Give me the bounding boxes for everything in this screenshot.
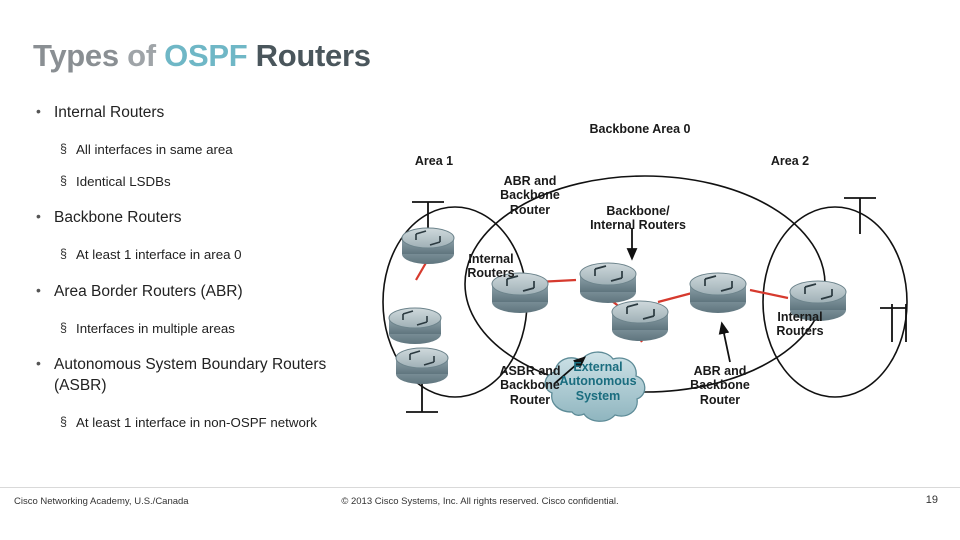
title-word-3: OSPF <box>164 38 248 73</box>
page-title: Types of OSPF Routers <box>33 38 371 74</box>
label-area-1: Area 1 <box>414 154 454 168</box>
slide-number: 19 <box>925 494 938 506</box>
label-external-autonomous-system: External Autonomous System <box>559 360 637 403</box>
label-backbone-area-0: Backbone Area 0 <box>589 122 691 136</box>
bullet-at-least-1-interface-non-ospf: At least 1 interface in non-OSPF network <box>30 414 330 431</box>
router-abr-right <box>689 272 747 313</box>
bullet-asbr: Autonomous System Boundary Routers (ASBR… <box>30 354 330 396</box>
footer-copyright: © 2013 Cisco Systems, Inc. All rights re… <box>341 496 619 507</box>
title-word-4: Routers <box>255 38 371 73</box>
title-word-2: of <box>127 38 156 73</box>
bullet-identical-lsdbs: Identical LSDBs <box>30 173 330 190</box>
label-internal-routers-right: Internal Routers <box>776 310 824 339</box>
router-backbone-internal-1 <box>579 262 637 303</box>
label-internal-routers-left: Internal Routers <box>467 252 515 281</box>
label-backbone-internal-routers: Backbone/ Internal Routers <box>590 204 686 233</box>
bullet-internal-routers: Internal Routers <box>30 102 330 123</box>
bullet-at-least-1-interface-area0: At least 1 interface in area 0 <box>30 246 330 263</box>
label-area-2: Area 2 <box>770 154 810 168</box>
router-backbone-internal-2 <box>611 300 669 341</box>
label-abr-backbone-right: ABR and Backbone Router <box>690 364 750 407</box>
ospf-topology-diagram: Backbone Area 0 Area 1 Area 2 ABR and Ba… <box>340 112 950 462</box>
bullet-list: Internal Routers All interfaces in same … <box>30 102 330 432</box>
router-internal-2 <box>388 307 442 344</box>
bullet-area-border-routers: Area Border Routers (ABR) <box>30 281 330 302</box>
footer-divider <box>0 487 960 488</box>
slide: Types of OSPF Routers Internal Routers A… <box>0 0 960 540</box>
title-word-1: Types <box>33 38 119 73</box>
router-asbr <box>395 347 449 384</box>
bullet-interfaces-multiple-areas: Interfaces in multiple areas <box>30 320 330 337</box>
bullet-backbone-routers: Backbone Routers <box>30 207 330 228</box>
bullet-all-interfaces-same-area: All interfaces in same area <box>30 141 330 158</box>
